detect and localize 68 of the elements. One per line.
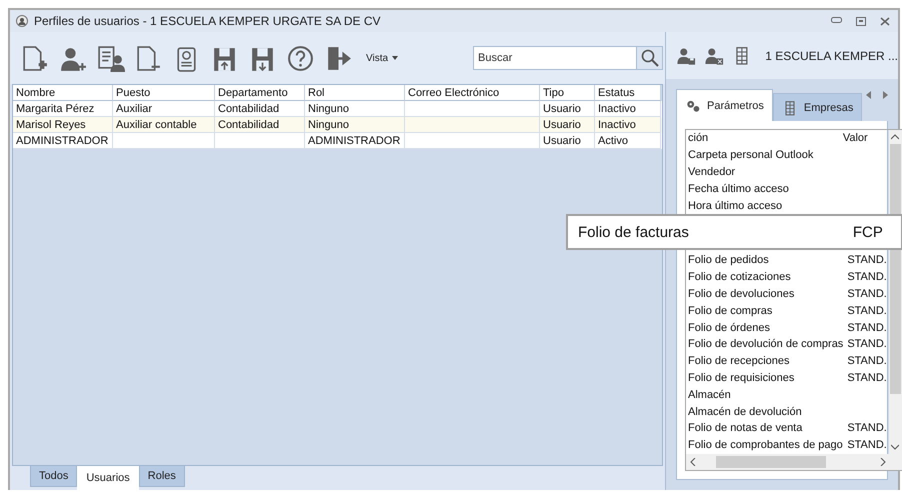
- parameter-name: Fecha último acceso: [688, 182, 789, 197]
- caret-icon: [392, 56, 398, 60]
- parameter-value: STAND.: [847, 354, 887, 370]
- window-title: Perfiles de usuarios - 1 ESCUELA KEMPER URGATE SA DE CV: [34, 14, 381, 28]
- tab[interactable]: Todos: [30, 466, 78, 487]
- tab[interactable]: Parámetros: [676, 89, 773, 122]
- tab[interactable]: Empresas: [772, 93, 862, 122]
- tab[interactable]: Roles: [138, 466, 185, 487]
- maximize-icon[interactable]: [856, 16, 866, 26]
- column-header[interactable]: Estatus: [595, 85, 661, 101]
- parameter-name: Folio de recepciones: [688, 354, 790, 370]
- parameter-name: Carpeta personal Outlook: [688, 148, 814, 164]
- search-icon[interactable]: [640, 49, 658, 67]
- view-menu[interactable]: Vista: [362, 52, 402, 64]
- user-list-icon[interactable]: [96, 44, 125, 72]
- parameter-name: Folio de notas de venta: [688, 421, 802, 436]
- parameter-value: FCP: [852, 224, 883, 241]
- parameter-value: STAND.: [847, 421, 887, 436]
- parameter-name: Folio de pedidos: [688, 253, 769, 268]
- table-row[interactable]: ADMINISTRADOR ADMINISTRADOR Usuario Activo: [13, 133, 662, 149]
- table-cell: Activo: [595, 133, 661, 149]
- column-header[interactable]: Tipo: [540, 85, 595, 101]
- scroll-right-icon[interactable]: [883, 91, 888, 100]
- minimize-icon[interactable]: [831, 16, 842, 22]
- help-icon[interactable]: [286, 44, 315, 72]
- parameter-value: STAND.: [847, 371, 887, 386]
- parameter-value: STAND.: [847, 304, 887, 319]
- close-icon[interactable]: [880, 16, 890, 26]
- parameter-name: Folio de compras: [688, 304, 772, 319]
- parameter-value: STAND.: [847, 253, 887, 268]
- parameter-name: Folio de requisiciones: [688, 371, 794, 386]
- table-row[interactable]: Marisol Reyes Auxiliar contable Contabilidad Ninguno Usuario Inactivo: [13, 117, 662, 133]
- column-header[interactable]: Rol: [305, 85, 405, 101]
- parameter-name: Vendedor: [688, 165, 736, 180]
- parameter-name: Folio de facturas: [578, 224, 689, 241]
- parameter-value: STAND.: [847, 337, 887, 352]
- parameter-name: Folio de comprobantes de pago: [688, 438, 843, 454]
- table-row[interactable]: Margarita Pérez Auxiliar Contabilidad Ninguno Usuario Inactivo: [13, 101, 662, 117]
- scroll-left-icon[interactable]: [690, 458, 696, 466]
- column-header[interactable]: Correo Electrónico: [405, 85, 540, 101]
- scroll-right-icon[interactable]: [880, 458, 886, 466]
- parameter-value: STAND.: [847, 270, 887, 286]
- table-cell: ADMINISTRADOR: [13, 133, 113, 149]
- column-header[interactable]: ción: [688, 130, 708, 148]
- parameter-name: Almacén: [688, 388, 731, 403]
- parameter-name: Hora último acceso: [688, 198, 782, 214]
- column-header[interactable]: Nombre: [13, 85, 113, 101]
- tab[interactable]: Usuarios: [77, 466, 139, 490]
- parameter-name: Almacén de devolución: [688, 404, 802, 420]
- parameter-value: STAND.: [847, 320, 887, 336]
- app-icon: [16, 15, 28, 27]
- parameter-name: Folio de devolución de compras: [688, 337, 844, 352]
- column-header[interactable]: Valor: [842, 130, 887, 148]
- scroll-left-icon[interactable]: [866, 91, 871, 100]
- table-cell: Usuario: [540, 133, 595, 149]
- scroll-up-icon[interactable]: [891, 134, 900, 140]
- scroll-down-icon[interactable]: [891, 444, 900, 450]
- parameter-value: STAND.: [847, 438, 887, 454]
- parameter-name: Folio de devoluciones: [688, 287, 794, 302]
- column-header[interactable]: Departamento: [215, 85, 305, 101]
- search-field[interactable]: Buscar: [473, 46, 637, 70]
- parameter-value: STAND.: [847, 287, 887, 302]
- parameter-name: Folio de cotizaciones: [688, 270, 791, 286]
- parameter-name: Folio de órdenes: [688, 320, 770, 336]
- table-cell: ADMINISTRADOR: [305, 133, 405, 149]
- horizontal-scrollbar[interactable]: [686, 454, 902, 470]
- column-header[interactable]: Puesto: [113, 85, 215, 101]
- company-name: 1 ESCUELA KEMPER ...: [765, 48, 898, 63]
